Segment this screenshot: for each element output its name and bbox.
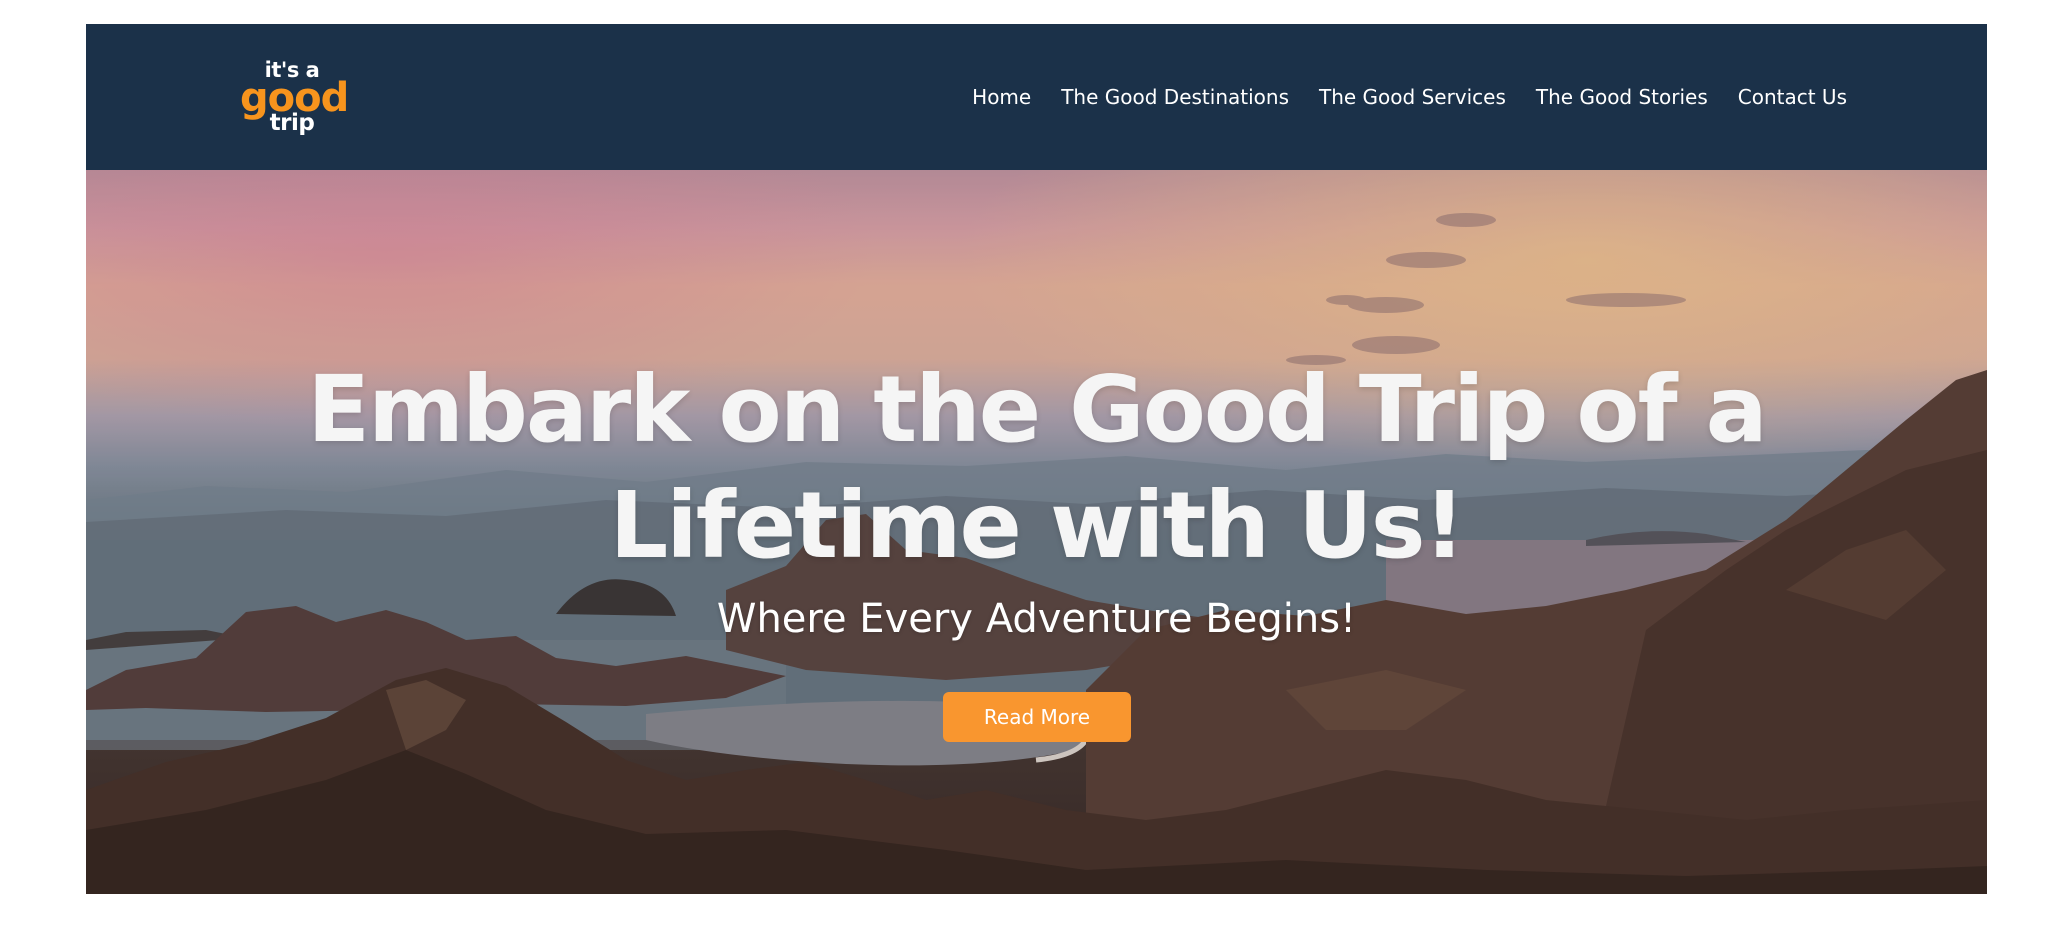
site-logo[interactable]: it's a good trip [240,60,349,136]
hero-title-line2: Lifetime with Us! [609,472,1466,579]
main-nav: Home The Good Destinations The Good Serv… [972,82,1847,112]
nav-link-contact[interactable]: Contact Us [1738,82,1847,112]
nav-link-destinations[interactable]: The Good Destinations [1061,82,1289,112]
hero-title-line1: Embark on the Good Trip of a [307,356,1767,463]
nav-link-services[interactable]: The Good Services [1319,82,1506,112]
read-more-button[interactable]: Read More [943,692,1131,742]
nav-link-home[interactable]: Home [972,82,1031,112]
nav-link-stories[interactable]: The Good Stories [1536,82,1708,112]
hero-title: Embark on the Good Trip of a Lifetime wi… [86,352,1987,584]
page-container: it's a good trip Home The Good Destinati… [86,24,1987,894]
hero-section: Embark on the Good Trip of a Lifetime wi… [86,170,1987,894]
hero-subtitle: Where Every Adventure Begins! [716,596,1357,642]
navbar: it's a good trip Home The Good Destinati… [86,24,1987,170]
